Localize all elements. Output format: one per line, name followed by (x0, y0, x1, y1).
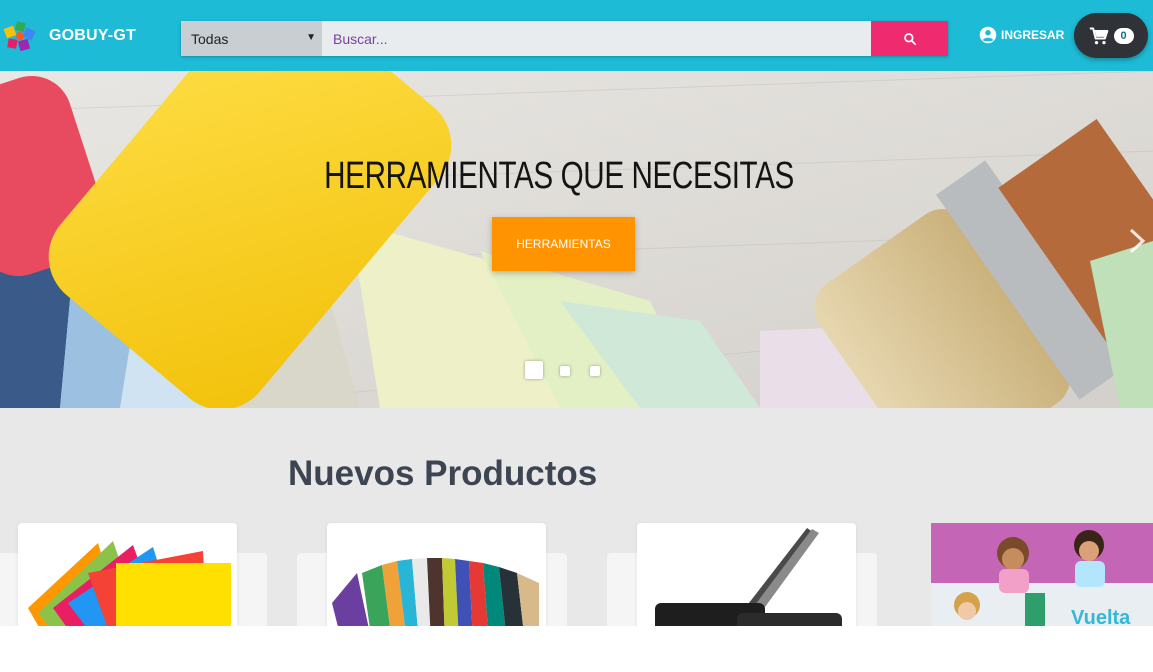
top-navbar: GOBUY-GT Todas ▼ Buscar... INGRESAR 0 (0, 0, 1153, 71)
brand-logo-icon[interactable] (2, 19, 38, 55)
search-icon (903, 32, 916, 45)
chevron-down-icon: ▼ (306, 32, 316, 43)
search-button[interactable] (871, 21, 948, 56)
product-image (332, 558, 539, 626)
cart-count-badge: 0 (1113, 27, 1134, 44)
category-select[interactable]: Todas ▼ (181, 21, 322, 56)
section-title: Nuevos Productos (288, 454, 598, 493)
search-input[interactable]: Buscar... (322, 21, 871, 56)
login-button[interactable]: INGRESAR (979, 26, 1064, 44)
carousel-next-arrow-icon[interactable] (1125, 226, 1149, 256)
carousel-dot-3[interactable] (590, 366, 600, 376)
carousel-dot-1[interactable] (525, 361, 543, 379)
product-card[interactable] (637, 523, 856, 626)
account-circle-icon (979, 26, 997, 44)
product-card[interactable] (18, 523, 237, 626)
page-bottom-strip (0, 626, 1153, 672)
search-placeholder: Buscar... (333, 30, 388, 47)
cart-icon (1089, 27, 1108, 44)
promo-banner[interactable]: Vuelta (931, 523, 1153, 626)
product-image (655, 528, 842, 626)
brand-name[interactable]: GOBUY-GT (49, 27, 136, 45)
product-card[interactable] (327, 523, 546, 626)
hero-cta-button[interactable]: HERRAMIENTAS (492, 217, 635, 271)
carousel-dot-2[interactable] (560, 366, 570, 376)
hero-carousel: HERRAMIENTAS QUE NECESITAS HERRAMIENTAS (0, 71, 1153, 408)
search-bar: Todas ▼ Buscar... (181, 21, 948, 56)
product-image (28, 541, 231, 626)
promo-text: Vuelta (1071, 607, 1131, 626)
new-products-section: Nuevos Productos Vuelta (0, 408, 1153, 626)
cart-button[interactable]: 0 (1074, 13, 1148, 58)
hero-title: HERRAMIENTAS QUE NECESITAS (324, 155, 794, 197)
category-select-value: Todas (191, 30, 229, 47)
login-label: INGRESAR (1001, 28, 1065, 42)
